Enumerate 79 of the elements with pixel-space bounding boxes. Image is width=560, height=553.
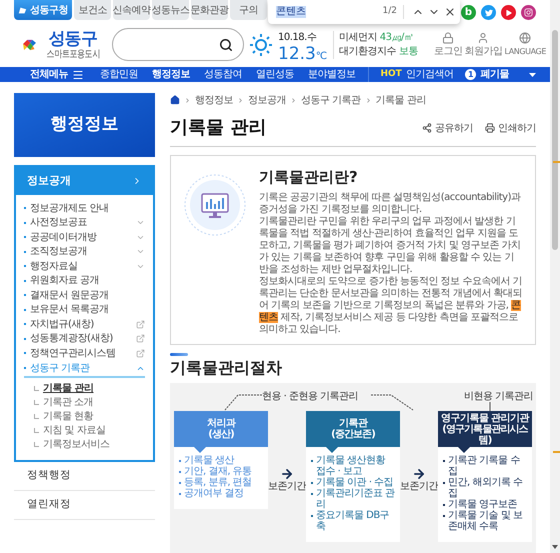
submenu-header[interactable]: 정보공개 (16, 167, 153, 195)
site-tab[interactable]: 신속예약 (113, 0, 150, 20)
task-item: 중요기록물 DB구축 (311, 510, 395, 532)
header-link[interactable]: 로그인 (434, 32, 462, 57)
header-link[interactable]: 회원가입 (464, 32, 502, 57)
breadcrumb-link[interactable]: 행정정보 (195, 92, 233, 108)
submenu-item[interactable]: 조직정보공개 (24, 244, 145, 259)
submenu-item[interactable]: 정보공개제도 안내 (24, 201, 145, 216)
intro-paragraph: 기록은 공공기관의 책무에 따른 설명책임성(accountability)과 증거성을 가진 기록정보를 의미합니다. (259, 192, 522, 216)
phase-label: 현용 · 준현용 기록관리 (262, 390, 358, 404)
breadcrumb-link[interactable]: 성동구 기록관 (301, 92, 361, 108)
task-item: 민간, 해외기록 수집 (443, 477, 527, 499)
intro-paragraph: 정보화시대로의 도약으로 증가한 능동적인 정보 수요속에서 기록관리는 단순한 문서보관을 의미하는 전통적 개념에서 확대되어 기록의 보존을 기반으로 기록정보의 폭넓은 분류와 가공, 콘텐츠 제작, 기록정보서비스 제공 등 다양한 측면을 포괄적으로 의미하고 있습니다. (259, 276, 523, 336)
rank-badge: 1 (465, 69, 476, 80)
phase-label: 비현용 기록관리 (464, 390, 534, 404)
menu-section[interactable]: 정책행정 (14, 462, 155, 490)
intro-paragraph: 기록물관리란 구민을 위한 우리구의 업무 과정에서 발생한 기록물을 적법 적절하게 생산·관리하여 효율적인 업무 지원을 도모하고, 기록물을 평가 폐기하여 증거적 가치 및 영구보존 가치가 있는 기록을 보존하여 향후 구민을 위해 활용할 수 있는 기반을 조성하는 제반 업무절차입니다. (259, 216, 522, 276)
stage-header: 처리과 (생산) (174, 411, 268, 447)
task-item: 기록물 생산현황 접수 · 보고 (311, 455, 395, 477)
submenu-subitem[interactable]: 기록관 소개 (34, 396, 153, 410)
submenu-subitem[interactable]: 지침 및 자료실 (34, 424, 153, 438)
hot-text: HOT (380, 68, 402, 81)
page-action-button[interactable]: 인쇄하기 (485, 120, 536, 136)
stage-header: 영구기록물 관리기관 (영구기록물관리시스템) (438, 411, 532, 447)
site-tab[interactable]: 성동뉴스 (152, 0, 189, 20)
transfer-label: 보존기간 (268, 481, 306, 492)
nav-item[interactable]: 행정정보 (152, 67, 190, 82)
submenu-item[interactable]: 보유문서 목록공개 (24, 302, 145, 317)
match-count: 1/2 (382, 5, 404, 19)
submenu-item[interactable]: 결재문서 원문공개 (24, 288, 145, 302)
section-banner: 행정정보 (14, 93, 155, 157)
menu-section[interactable]: 열린재정 (14, 490, 155, 520)
task-item: 기안, 결재, 유통 (179, 466, 263, 477)
logo-text: 성동구 (48, 30, 97, 48)
task-item: 공개여부 결정 (179, 488, 263, 499)
nav-item[interactable]: 성동참여 (204, 67, 242, 82)
submenu-subitem[interactable]: 기록물 현황 (34, 410, 153, 424)
submenu-item[interactable]: 사전정보공표 (24, 216, 145, 230)
nav-item[interactable]: 열린성동 (256, 67, 294, 82)
submenu-item[interactable]: 행정자료실 (24, 259, 145, 274)
nav-item[interactable]: 종합민원 (100, 67, 138, 82)
submenu-item[interactable]: 정책연구관리시스템 (24, 346, 145, 360)
task-item: 등록, 분류, 편철 (179, 477, 263, 488)
submenu-item[interactable]: 위원회자료 공개 (24, 274, 145, 288)
temperature: 12.3℃ (278, 44, 328, 66)
section-title: 기록물관리절차 (170, 358, 283, 378)
intro-title: 기록물관리란? (259, 168, 359, 186)
submenu-item[interactable]: 자치법규(새창) (24, 317, 145, 332)
air-quality-text: 미세먼지 43㎍/㎥ (339, 30, 414, 44)
page-action-button[interactable]: 공유하기 (422, 120, 473, 136)
task-item: 기록물 생산 (179, 455, 263, 466)
transfer-label: 보존기간 (400, 481, 438, 492)
nav-item[interactable]: 분야별정보 (308, 67, 356, 82)
logo-tagline: 스마트포용도시 (46, 48, 100, 60)
site-tab[interactable]: 보건소 (74, 0, 111, 20)
hot-label: 인기검색어 (406, 68, 454, 82)
social-link[interactable]: b (461, 5, 476, 20)
breadcrumb-link[interactable]: 기록물 관리 (376, 92, 426, 108)
stage-header: 기록관 (중간보존) (306, 411, 400, 447)
task-item: 기록관리기준표 관리 (311, 488, 395, 510)
submenu-subitem[interactable]: 기록정보서비스 (34, 438, 153, 452)
site-tab[interactable]: 문화관광 (191, 0, 228, 20)
all-menu-button[interactable]: 전체메뉴 (30, 67, 84, 82)
submenu-item[interactable]: 성동구 기록관 (24, 360, 145, 378)
air-quality-text: 대기환경지수 보통 (339, 44, 418, 58)
task-item: 기록물 기술 및 보존매체 수록 (443, 510, 527, 532)
breadcrumb-link[interactable]: 정보공개 (248, 92, 286, 108)
site-tab[interactable]: 구의 (230, 0, 267, 20)
page-title: 기록물 관리 (170, 116, 266, 140)
header-link[interactable]: LANGUAGE (504, 32, 546, 57)
site-tab[interactable]: 성동구청 (14, 0, 72, 20)
task-item: 기록관 기록물 수집 (443, 455, 527, 477)
hot-keyword[interactable]: 폐기물 (480, 67, 509, 82)
task-item: 기록물 영구보존 (443, 499, 527, 510)
submenu-item[interactable]: 성동통계광장(새창) (24, 332, 145, 346)
find-field[interactable]: 콘텐츠 (276, 6, 379, 18)
task-item: 기록물 이관 · 수집 (311, 477, 395, 488)
weather-date: 10.18.수 (278, 32, 318, 44)
submenu-item[interactable]: 공공데이터개방 (24, 230, 145, 244)
